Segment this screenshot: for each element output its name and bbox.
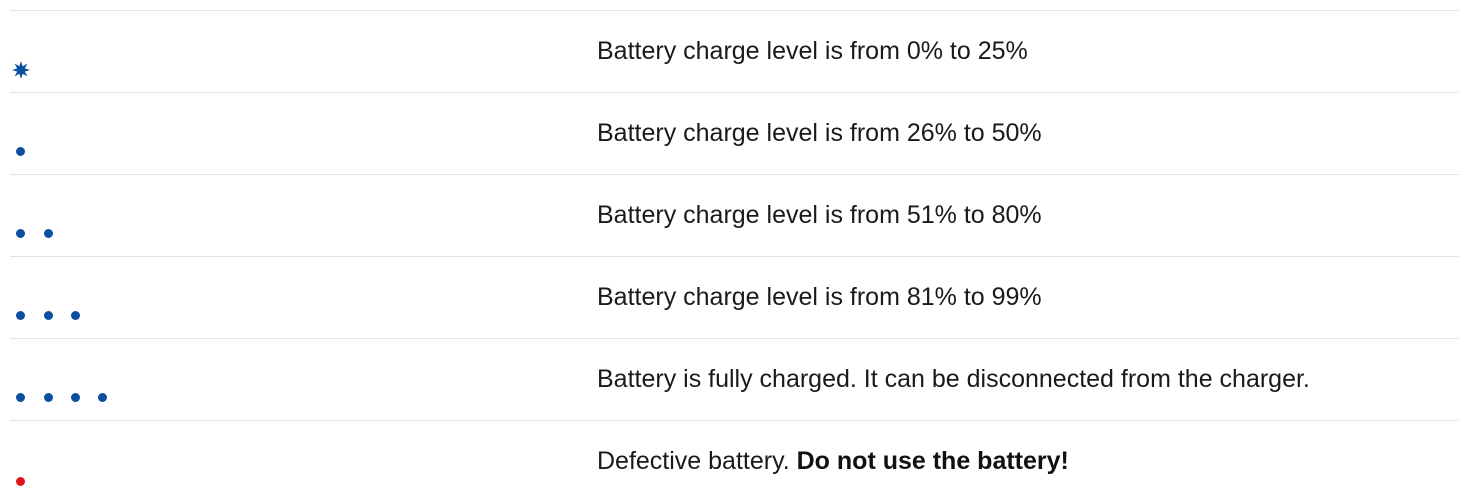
blue-dot-icon xyxy=(71,311,80,320)
indicator-cell xyxy=(10,93,310,175)
blue-dot-icon xyxy=(44,393,53,402)
table-row: Battery is fully charged. It can be disc… xyxy=(10,338,1459,420)
blue-dot-icon xyxy=(71,393,80,402)
blue-dot-icon xyxy=(16,229,25,238)
table-row: Battery charge level is from 51% to 80% xyxy=(10,174,1459,256)
blue-dot-icon xyxy=(16,393,25,402)
row-description: Battery is fully charged. It can be disc… xyxy=(597,365,1310,393)
row-description: Battery charge level is from 0% to 25% xyxy=(597,37,1028,65)
row-description: Defective battery. Do not use the batter… xyxy=(597,446,1069,476)
row-description: Battery charge level is from 26% to 50% xyxy=(597,119,1042,147)
red-dot-icon xyxy=(16,477,25,486)
defect-text: Defective battery. xyxy=(597,447,797,475)
blue-dot-icon xyxy=(16,147,25,156)
row-description: Battery charge level is from 51% to 80% xyxy=(597,201,1042,229)
indicator-cell xyxy=(10,339,310,421)
blue-dot-icon xyxy=(44,311,53,320)
warning-text: Do not use the battery! xyxy=(796,447,1069,475)
battery-indicator-table: Battery charge level is from 0% to 25% B… xyxy=(10,10,1459,502)
indicator-cell xyxy=(10,175,310,257)
table-row: Battery charge level is from 0% to 25% xyxy=(10,10,1459,92)
blue-dot-icon xyxy=(44,229,53,238)
table-row: Battery charge level is from 26% to 50% xyxy=(10,92,1459,174)
indicator-cell xyxy=(10,421,310,503)
table-row: Defective battery. Do not use the batter… xyxy=(10,420,1459,502)
blue-dot-icon xyxy=(98,393,107,402)
blue-dot-icon xyxy=(16,311,25,320)
blinking-star-icon xyxy=(12,61,30,79)
row-description: Battery charge level is from 81% to 99% xyxy=(597,283,1042,311)
indicator-cell xyxy=(10,257,310,339)
table-row: Battery charge level is from 81% to 99% xyxy=(10,256,1459,338)
indicator-cell xyxy=(10,11,310,93)
